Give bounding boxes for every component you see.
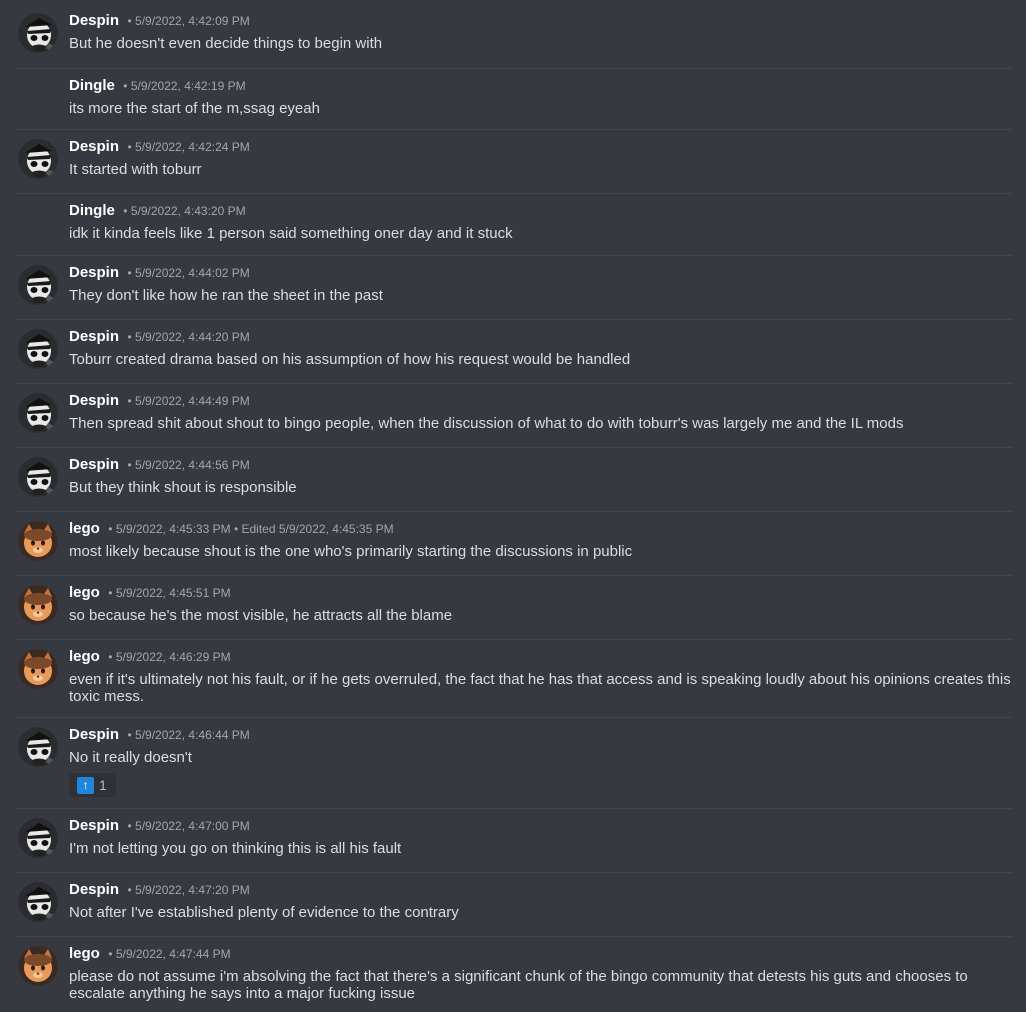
author-name[interactable]: lego	[69, 648, 100, 665]
message[interactable]: Despin • 5/9/2022, 4:42:09 PM But he doe…	[16, 4, 1012, 67]
up-arrow-emoji-icon: ↑	[77, 776, 94, 794]
message[interactable]: Dingle • 5/9/2022, 4:43:20 PM idk it kin…	[16, 193, 1012, 255]
message-header: lego • 5/9/2022, 4:46:29 PM	[69, 648, 231, 666]
message-text: so because he's the most visible, he att…	[69, 607, 453, 624]
timestamp: • 5/9/2022, 4:43:20 PM	[123, 204, 246, 218]
timestamp: • 5/9/2022, 4:47:00 PM	[127, 819, 250, 833]
timestamp: • 5/9/2022, 4:44:02 PM	[127, 266, 250, 280]
message-text: But they think shout is responsible	[69, 479, 297, 496]
author-name[interactable]: Despin	[69, 12, 119, 29]
author-name[interactable]: Despin	[69, 392, 119, 409]
avatar[interactable]	[18, 265, 58, 305]
author-name[interactable]: Dingle	[69, 202, 115, 219]
timestamp: • 5/9/2022, 4:46:29 PM	[108, 650, 231, 664]
avatar[interactable]	[18, 818, 58, 858]
message-text: They don't like how he ran the sheet in …	[69, 287, 383, 304]
message-header: Despin • 5/9/2022, 4:44:56 PM	[69, 456, 250, 474]
message-text: Then spread shit about shout to bingo pe…	[69, 415, 904, 432]
avatar[interactable]	[18, 329, 58, 369]
message[interactable]: Despin • 5/9/2022, 4:47:20 PM Not after …	[16, 872, 1012, 936]
message-text: No it really doesn't	[69, 749, 192, 766]
message[interactable]: Despin • 5/9/2022, 4:44:02 PM They don't…	[16, 255, 1012, 319]
avatar[interactable]	[18, 457, 58, 497]
avatar[interactable]	[18, 649, 58, 689]
edited-label: Edited	[241, 522, 276, 536]
message[interactable]: Despin • 5/9/2022, 4:42:24 PM It started…	[16, 129, 1012, 193]
author-name[interactable]: Despin	[69, 328, 119, 345]
timestamp: • 5/9/2022, 4:42:19 PM	[123, 79, 246, 93]
avatar[interactable]	[18, 393, 58, 433]
message-text: It started with toburr	[69, 161, 202, 178]
author-name[interactable]: Despin	[69, 264, 119, 281]
message[interactable]: lego • 5/9/2022, 4:47:44 PM please do no…	[16, 936, 1012, 1012]
avatar[interactable]	[18, 946, 58, 986]
message-header: Despin • 5/9/2022, 4:42:09 PM	[69, 12, 250, 30]
timestamp: • 5/9/2022, 4:42:24 PM	[127, 140, 250, 154]
author-name[interactable]: lego	[69, 584, 100, 601]
reaction-button[interactable]: ↑ 1	[69, 773, 116, 797]
message-header: lego • 5/9/2022, 4:47:44 PM	[69, 945, 231, 963]
message-text: But he doesn't even decide things to beg…	[69, 35, 383, 52]
timestamp: • 5/9/2022, 4:44:56 PM	[127, 458, 250, 472]
message-text: most likely because shout is the one who…	[69, 543, 633, 560]
avatar[interactable]	[18, 13, 58, 53]
timestamp: • 5/9/2022, 4:47:44 PM	[108, 947, 231, 961]
avatar[interactable]	[18, 585, 58, 625]
author-name[interactable]: Despin	[69, 817, 119, 834]
avatar[interactable]	[18, 727, 58, 767]
timestamp: • 5/9/2022, 4:47:20 PM	[127, 883, 250, 897]
timestamp: • 5/9/2022, 4:44:20 PM	[127, 330, 250, 344]
timestamp: • 5/9/2022, 4:45:51 PM	[108, 586, 231, 600]
message[interactable]: lego • 5/9/2022, 4:45:33 PM • Edited 5/9…	[16, 511, 1012, 575]
avatar[interactable]	[18, 521, 58, 561]
author-name[interactable]: Despin	[69, 881, 119, 898]
message-header: Despin • 5/9/2022, 4:47:20 PM	[69, 881, 250, 899]
author-name[interactable]: Dingle	[69, 77, 115, 94]
avatar[interactable]	[18, 139, 58, 179]
message-header: lego • 5/9/2022, 4:45:33 PM • Edited 5/9…	[69, 520, 394, 538]
message-text: idk it kinda feels like 1 person said so…	[69, 225, 513, 242]
timestamp: • 5/9/2022, 4:46:44 PM	[127, 728, 250, 742]
message-text: please do not assume i'm absolving the f…	[69, 968, 968, 1002]
message-text: Toburr created drama based on his assump…	[69, 351, 631, 368]
message-text: Not after I've established plenty of evi…	[69, 904, 459, 921]
message[interactable]: Despin • 5/9/2022, 4:44:49 PM Then sprea…	[16, 383, 1012, 447]
timestamp: • 5/9/2022, 4:44:49 PM	[127, 394, 250, 408]
author-name[interactable]: Despin	[69, 726, 119, 743]
message-header: Despin • 5/9/2022, 4:44:02 PM	[69, 264, 250, 282]
message[interactable]: Dingle • 5/9/2022, 4:42:19 PM its more t…	[16, 68, 1012, 130]
author-name[interactable]: Despin	[69, 138, 119, 155]
message-header: Dingle • 5/9/2022, 4:42:19 PM	[69, 77, 246, 95]
message[interactable]: Despin • 5/9/2022, 4:44:20 PM Toburr cre…	[16, 319, 1012, 383]
reaction-count: 1	[99, 777, 107, 793]
author-name[interactable]: lego	[69, 945, 100, 962]
message-text: I'm not letting you go on thinking this …	[69, 840, 402, 857]
timestamp: • 5/9/2022, 4:45:33 PM • Edited 5/9/2022…	[108, 522, 394, 536]
message[interactable]: Despin • 5/9/2022, 4:44:56 PM But they t…	[16, 447, 1012, 511]
message[interactable]: lego • 5/9/2022, 4:46:29 PM even if it's…	[16, 639, 1012, 717]
message-header: Despin • 5/9/2022, 4:42:24 PM	[69, 138, 250, 156]
avatar[interactable]	[18, 882, 58, 922]
message[interactable]: lego • 5/9/2022, 4:45:51 PM so because h…	[16, 575, 1012, 639]
message-text: its more the start of the m,ssag eyeah	[69, 100, 320, 117]
message-header: Despin • 5/9/2022, 4:44:20 PM	[69, 328, 250, 346]
message[interactable]: Despin • 5/9/2022, 4:47:00 PM I'm not le…	[16, 808, 1012, 872]
message[interactable]: Despin • 5/9/2022, 4:46:44 PM No it real…	[16, 717, 1012, 808]
author-name[interactable]: Despin	[69, 456, 119, 473]
timestamp: • 5/9/2022, 4:42:09 PM	[127, 14, 250, 28]
message-header: Despin • 5/9/2022, 4:44:49 PM	[69, 392, 250, 410]
message-header: Despin • 5/9/2022, 4:47:00 PM	[69, 817, 250, 835]
message-text: even if it's ultimately not his fault, o…	[69, 671, 1011, 705]
message-header: lego • 5/9/2022, 4:45:51 PM	[69, 584, 231, 602]
message-header: Despin • 5/9/2022, 4:46:44 PM	[69, 726, 250, 744]
author-name[interactable]: lego	[69, 520, 100, 537]
message-header: Dingle • 5/9/2022, 4:43:20 PM	[69, 202, 246, 220]
